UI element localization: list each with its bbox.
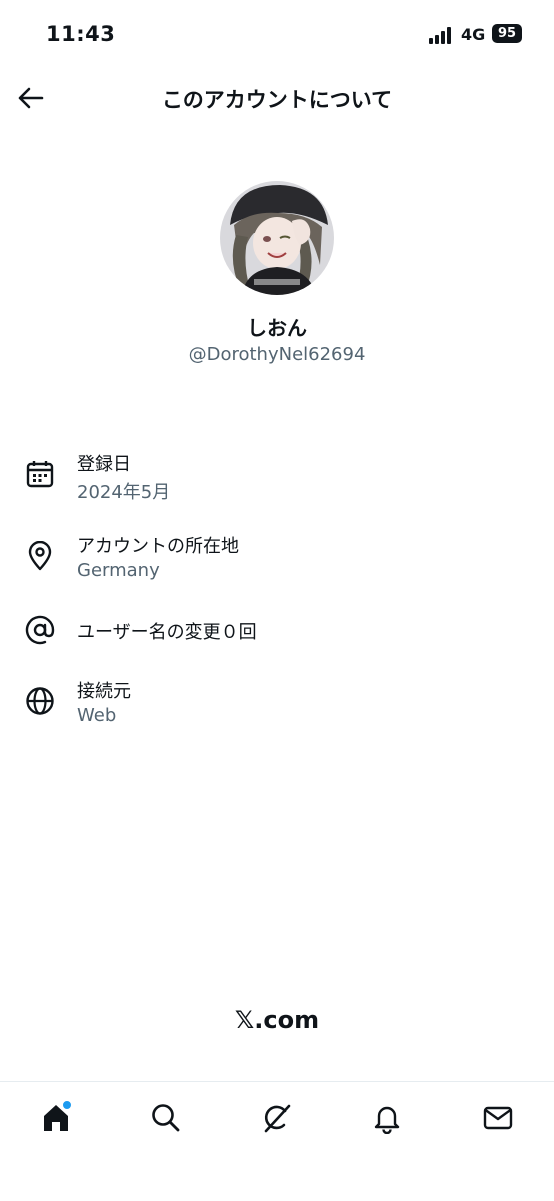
globe-icon [24,685,56,717]
calendar-icon [24,458,56,490]
tab-home[interactable] [36,1098,76,1138]
profile-name: しおん [247,316,307,340]
signal-icon [429,26,455,44]
location-value: Germany [77,560,160,581]
bottom-tab-bar [0,1081,554,1201]
search-icon [152,1104,180,1132]
connected-via-value: Web [77,705,117,726]
network-type: 4G [461,25,486,44]
status-bar: 11:43 4G 95 [0,0,554,70]
joined-value: 2024年5月 [77,482,171,503]
username-changes-label: ユーザー名の変更０回 [77,622,257,643]
joined-label: 登録日 [77,454,131,475]
status-time: 11:43 [46,22,116,46]
tab-grok[interactable] [257,1098,297,1138]
avatar[interactable] [220,181,334,295]
info-row-username-changes: ユーザー名の変更０回 [0,612,554,648]
notifications-icon [374,1106,400,1134]
location-pin-icon [24,540,56,572]
profile-handle: @DorothyNel62694 [188,344,366,365]
home-notification-dot [62,1100,72,1110]
info-row-connected-via: 接続元 Web [0,675,554,735]
info-row-joined: 登録日 2024年5月 [0,448,554,508]
at-sign-icon [24,614,56,646]
page-title: このアカウントについて [161,88,393,112]
brand-logo[interactable]: 𝕏.com [0,1006,554,1034]
header: このアカウントについて [0,70,554,130]
info-row-location: アカウントの所在地 Germany [0,530,554,590]
tab-search[interactable] [146,1098,186,1138]
messages-icon [483,1106,513,1130]
battery-indicator: 95 [492,24,522,43]
connected-via-label: 接続元 [77,681,131,702]
location-label: アカウントの所在地 [77,536,239,557]
tab-messages[interactable] [478,1098,518,1138]
grok-icon [264,1104,291,1133]
tab-notifications[interactable] [367,1098,407,1138]
